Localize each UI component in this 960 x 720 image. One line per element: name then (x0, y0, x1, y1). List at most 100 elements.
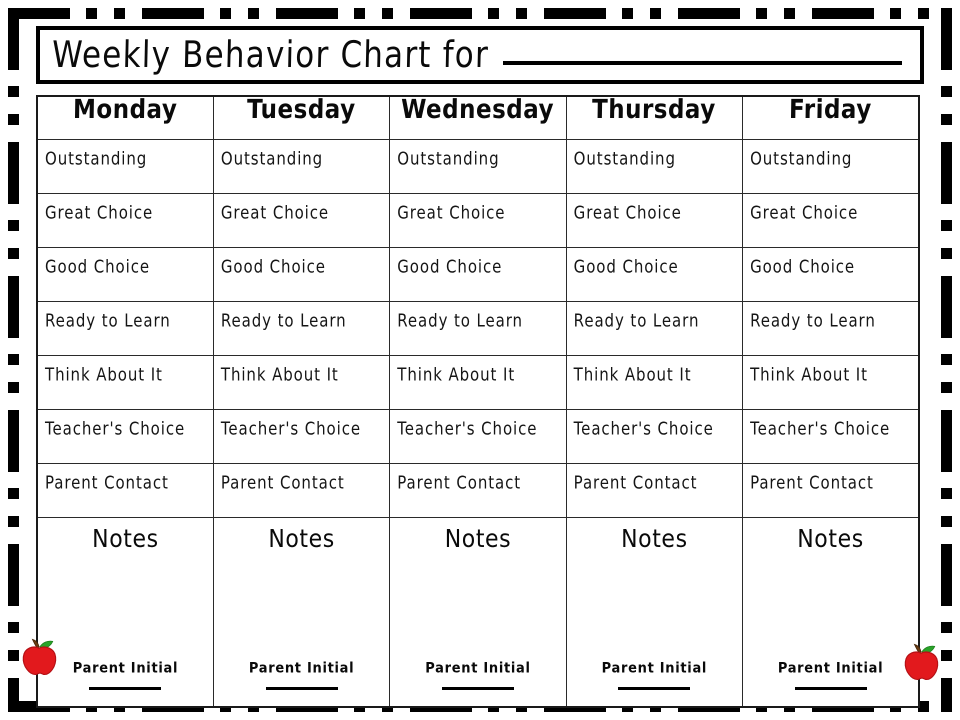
level-label: Parent Contact (750, 472, 874, 493)
level-label: Outstanding (397, 148, 500, 169)
cell-monday-outstanding[interactable]: Outstanding (36, 139, 214, 194)
parent-initial-label: Parent Initial (248, 660, 355, 677)
notes-cell-monday[interactable]: Notes Parent Initial (36, 517, 214, 708)
level-label: Parent Contact (573, 472, 698, 493)
level-label: Think About It (45, 364, 163, 385)
level-label: Think About It (220, 364, 339, 385)
notes-heading-text: Notes (92, 525, 159, 554)
table-row: Good Choice Good Choice Good Choice Good… (36, 247, 920, 302)
cell-monday-parent-contact[interactable]: Parent Contact (36, 463, 214, 518)
parent-initial-block: Parent Initial (214, 657, 389, 690)
parent-initial-line[interactable] (89, 687, 162, 690)
cell-monday-teachers-choice[interactable]: Teacher's Choice (36, 409, 214, 464)
cell-monday-ready-to-learn[interactable]: Ready to Learn (36, 301, 214, 356)
notes-cell-tuesday[interactable]: Notes Parent Initial (212, 517, 391, 708)
level-label: Teacher's Choice (45, 418, 186, 439)
level-label: Great Choice (750, 202, 859, 223)
cell-wednesday-great-choice[interactable]: Great Choice (389, 193, 567, 248)
cell-thursday-teachers-choice[interactable]: Teacher's Choice (565, 409, 744, 464)
cell-thursday-parent-contact[interactable]: Parent Contact (565, 463, 744, 518)
parent-initial-label: Parent Initial (777, 660, 884, 677)
cell-thursday-outstanding[interactable]: Outstanding (565, 139, 744, 194)
parent-initial-line[interactable] (794, 687, 867, 690)
cell-wednesday-good-choice[interactable]: Good Choice (389, 247, 567, 302)
cell-friday-outstanding[interactable]: Outstanding (742, 139, 920, 194)
day-label: Wednesday (401, 95, 555, 125)
notes-heading: Notes (38, 518, 213, 554)
cell-tuesday-great-choice[interactable]: Great Choice (212, 193, 391, 248)
parent-initial-block: Parent Initial (390, 657, 565, 690)
cell-tuesday-teachers-choice[interactable]: Teacher's Choice (212, 409, 391, 464)
level-label: Good Choice (220, 256, 326, 277)
cell-wednesday-ready-to-learn[interactable]: Ready to Learn (389, 301, 567, 356)
cell-friday-think-about-it[interactable]: Think About It (742, 355, 920, 410)
cell-thursday-great-choice[interactable]: Great Choice (565, 193, 744, 248)
level-label: Think About It (397, 364, 516, 385)
level-label: Outstanding (750, 148, 853, 169)
frame-right-edge (941, 8, 952, 712)
cell-friday-parent-contact[interactable]: Parent Contact (742, 463, 920, 518)
cell-tuesday-good-choice[interactable]: Good Choice (212, 247, 391, 302)
cell-friday-ready-to-learn[interactable]: Ready to Learn (742, 301, 920, 356)
table-row: Teacher's Choice Teacher's Choice Teache… (36, 409, 920, 464)
level-label: Parent Contact (45, 472, 169, 493)
level-label: Parent Contact (220, 472, 345, 493)
notes-cell-wednesday[interactable]: Notes Parent Initial (389, 517, 567, 708)
level-label: Ready to Learn (397, 310, 523, 331)
notes-heading-text: Notes (268, 525, 335, 554)
column-header-wednesday: Wednesday (389, 95, 567, 140)
level-label: Good Choice (45, 256, 150, 277)
notes-cell-thursday[interactable]: Notes Parent Initial (565, 517, 744, 708)
table-header-row: Monday Tuesday Wednesday Thursday Friday (36, 95, 920, 140)
level-label: Think About It (750, 364, 868, 385)
notes-heading: Notes (214, 518, 389, 554)
level-label: Teacher's Choice (750, 418, 891, 439)
level-label: Good Choice (397, 256, 503, 277)
cell-wednesday-parent-contact[interactable]: Parent Contact (389, 463, 567, 518)
cell-tuesday-ready-to-learn[interactable]: Ready to Learn (212, 301, 391, 356)
level-label: Outstanding (45, 148, 148, 169)
cell-wednesday-think-about-it[interactable]: Think About It (389, 355, 567, 410)
level-label: Ready to Learn (750, 310, 876, 331)
parent-initial-label: Parent Initial (601, 660, 708, 677)
cell-thursday-think-about-it[interactable]: Think About It (565, 355, 744, 410)
parent-initial-block: Parent Initial (743, 657, 918, 690)
notes-heading-text: Notes (444, 525, 512, 554)
cell-wednesday-teachers-choice[interactable]: Teacher's Choice (389, 409, 567, 464)
level-label: Teacher's Choice (220, 418, 361, 439)
column-header-friday: Friday (742, 95, 920, 140)
level-label: Great Choice (573, 202, 682, 223)
parent-initial-block: Parent Initial (38, 657, 213, 690)
level-label: Ready to Learn (220, 310, 347, 331)
behavior-chart-sheet: Weekly Behavior Chart for Monday Tuesday… (36, 26, 924, 708)
notes-heading: Notes (743, 518, 918, 554)
cell-wednesday-outstanding[interactable]: Outstanding (389, 139, 567, 194)
title-box: Weekly Behavior Chart for (36, 26, 924, 84)
level-label: Teacher's Choice (397, 418, 538, 439)
table-row: Think About It Think About It Think Abou… (36, 355, 920, 410)
parent-initial-line[interactable] (441, 687, 514, 690)
cell-friday-great-choice[interactable]: Great Choice (742, 193, 920, 248)
cell-tuesday-outstanding[interactable]: Outstanding (212, 139, 391, 194)
day-label: Thursday (592, 95, 717, 125)
cell-friday-good-choice[interactable]: Good Choice (742, 247, 920, 302)
cell-friday-teachers-choice[interactable]: Teacher's Choice (742, 409, 920, 464)
parent-initial-line[interactable] (265, 687, 338, 690)
notes-heading-text: Notes (797, 525, 864, 554)
parent-initial-line[interactable] (618, 687, 691, 690)
cell-thursday-ready-to-learn[interactable]: Ready to Learn (565, 301, 744, 356)
cell-monday-think-about-it[interactable]: Think About It (36, 355, 214, 410)
cell-tuesday-think-about-it[interactable]: Think About It (212, 355, 391, 410)
day-label: Monday (73, 95, 178, 125)
cell-tuesday-parent-contact[interactable]: Parent Contact (212, 463, 391, 518)
notes-row: Notes Parent Initial Notes Parent Initia… (36, 517, 920, 708)
notes-heading: Notes (390, 518, 565, 554)
notes-cell-friday[interactable]: Notes Parent Initial (742, 517, 920, 708)
cell-monday-good-choice[interactable]: Good Choice (36, 247, 214, 302)
student-name-blank[interactable] (502, 61, 902, 65)
notes-heading: Notes (567, 518, 742, 554)
day-label: Tuesday (247, 95, 357, 125)
cell-monday-great-choice[interactable]: Great Choice (36, 193, 214, 248)
cell-thursday-good-choice[interactable]: Good Choice (565, 247, 744, 302)
level-label: Good Choice (750, 256, 856, 277)
